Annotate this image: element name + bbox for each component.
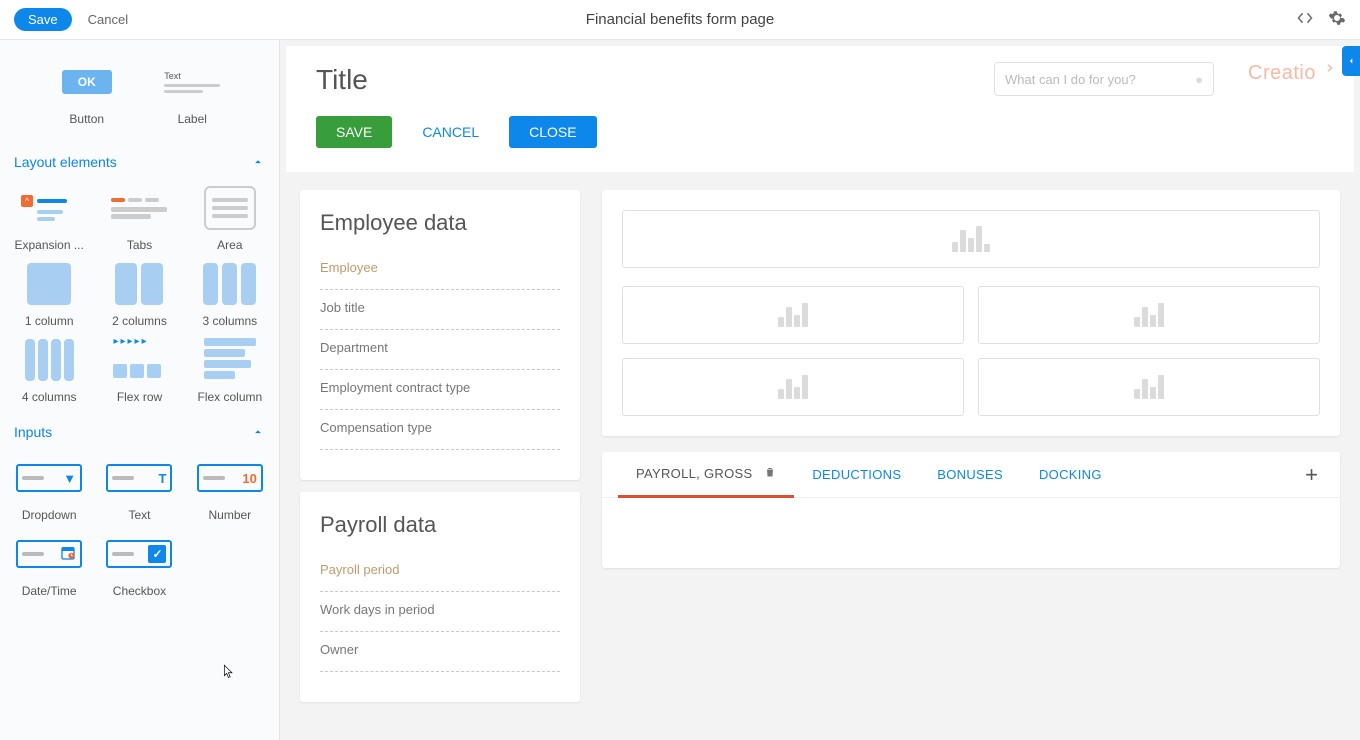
tab-content-drop-area[interactable] [602, 498, 1340, 568]
inputs-section-toggle[interactable]: Inputs [10, 416, 269, 448]
palette-4columns[interactable]: 4 columns [10, 336, 88, 404]
palette-label[interactable]: Text Label [146, 58, 240, 126]
field-employee[interactable]: Employee [320, 250, 560, 290]
field-payroll-period[interactable]: Payroll period [320, 552, 560, 592]
field-compensation-type[interactable]: Compensation type [320, 410, 560, 450]
layout-section-toggle[interactable]: Layout elements [10, 146, 269, 178]
palette-text[interactable]: T Text [100, 454, 178, 522]
palette-datetime[interactable]: Date/Time [10, 530, 88, 598]
save-button[interactable]: Save [14, 8, 72, 31]
tabs-container[interactable]: PAYROLL, GROSS DEDUCTIONS BONUSES DOCKIN… [602, 452, 1340, 568]
palette-expansion[interactable]: ^ Expansion ... [10, 184, 88, 252]
field-employment-contract-type[interactable]: Employment contract type [320, 370, 560, 410]
code-icon[interactable] [1296, 9, 1314, 30]
palette-area[interactable]: Area [191, 184, 269, 252]
form-save-button[interactable]: SAVE [316, 116, 392, 148]
palette-flexrow[interactable]: ▸▸▸▸▸ Flex row [100, 336, 178, 404]
field-job-title[interactable]: Job title [320, 290, 560, 330]
employee-data-card[interactable]: Employee data Employee Job title Departm… [300, 190, 580, 480]
field-department[interactable]: Department [320, 330, 560, 370]
design-canvas: Title SAVE CANCEL CLOSE What can I do fo… [280, 40, 1360, 740]
collapse-panel-button[interactable] [1342, 46, 1360, 76]
chart-placeholder[interactable] [622, 210, 1320, 268]
chevron-up-icon [251, 155, 265, 169]
palette-flexcol[interactable]: Flex column [191, 336, 269, 404]
palette-checkbox[interactable]: ✓ Checkbox [100, 530, 178, 598]
palette-number[interactable]: 10 Number [191, 454, 269, 522]
calendar-icon [60, 545, 76, 564]
brand-logo: Creatio [1248, 62, 1336, 85]
palette-tabs[interactable]: Tabs [100, 184, 178, 252]
tab-payroll-gross[interactable]: PAYROLL, GROSS [618, 452, 794, 498]
card-heading: Payroll data [320, 512, 560, 538]
chart-placeholder[interactable] [622, 358, 964, 416]
form-close-button[interactable]: CLOSE [509, 116, 596, 148]
delete-tab-icon[interactable] [764, 466, 776, 481]
palette-button[interactable]: OK Button [40, 58, 134, 126]
add-tab-button[interactable]: + [1299, 462, 1324, 488]
field-work-days[interactable]: Work days in period [320, 592, 560, 632]
card-heading: Employee data [320, 210, 560, 236]
tab-bonuses[interactable]: BONUSES [919, 453, 1021, 496]
page-title: Financial benefits form page [586, 11, 774, 28]
palette-1column[interactable]: 1 column [10, 260, 88, 328]
tab-deductions[interactable]: DEDUCTIONS [794, 453, 919, 496]
assistant-search-input[interactable]: What can I do for you? ● [994, 62, 1214, 96]
palette-dropdown[interactable]: ▼ Dropdown [10, 454, 88, 522]
chart-placeholder[interactable] [622, 286, 964, 344]
component-palette: OK Button Text Label Layout elements ^ E… [0, 40, 280, 740]
app-topbar: Save Cancel Financial benefits form page [0, 0, 1360, 40]
microphone-icon: ● [1195, 72, 1203, 87]
chevron-up-icon [251, 425, 265, 439]
gear-icon[interactable] [1328, 9, 1346, 30]
tab-docking[interactable]: DOCKING [1021, 453, 1120, 496]
page-header-area[interactable]: Title SAVE CANCEL CLOSE What can I do fo… [286, 46, 1354, 172]
palette-2columns[interactable]: 2 columns [100, 260, 178, 328]
chart-placeholder[interactable] [978, 358, 1320, 416]
field-owner[interactable]: Owner [320, 632, 560, 672]
cancel-button[interactable]: Cancel [88, 12, 128, 27]
palette-3columns[interactable]: 3 columns [191, 260, 269, 328]
charts-area[interactable] [602, 190, 1340, 436]
payroll-data-card[interactable]: Payroll data Payroll period Work days in… [300, 492, 580, 702]
chart-placeholder[interactable] [978, 286, 1320, 344]
form-cancel-button[interactable]: CANCEL [402, 116, 499, 148]
